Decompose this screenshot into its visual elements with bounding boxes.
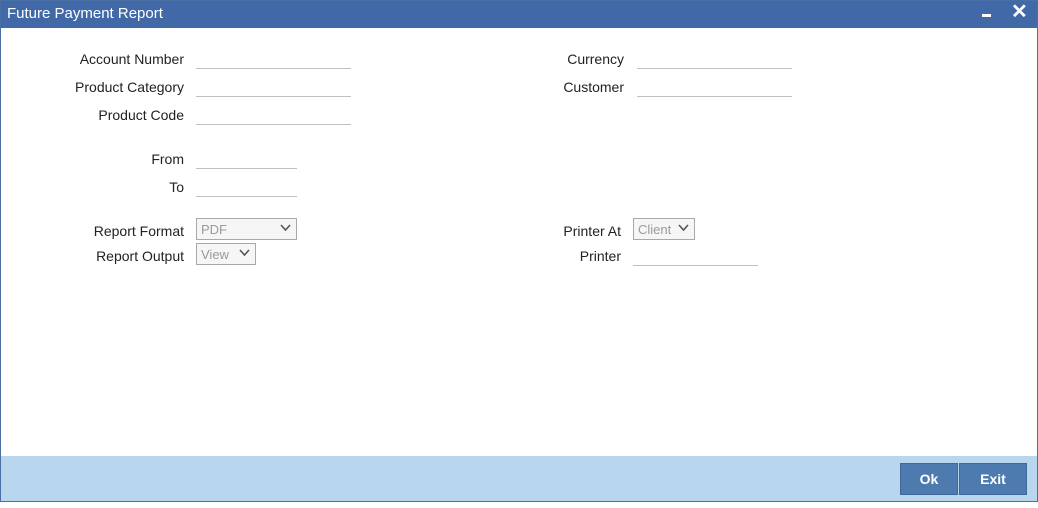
account-number-input[interactable]: [196, 47, 351, 69]
product-category-label: Product Category: [75, 79, 184, 95]
report-window: Future Payment Report ✕ Account Number P…: [0, 0, 1038, 502]
customer-label: Customer: [563, 79, 624, 95]
product-category-input[interactable]: [196, 75, 351, 97]
from-label: From: [151, 151, 184, 167]
product-code-label: Product Code: [98, 107, 184, 123]
to-label: To: [169, 179, 184, 195]
from-date-input[interactable]: [196, 147, 297, 169]
chevron-down-icon: [280, 224, 291, 232]
to-date-input[interactable]: [196, 175, 297, 197]
printer-at-label: Printer At: [563, 223, 621, 239]
report-output-value: View: [201, 247, 229, 262]
close-icon[interactable]: ✕: [1011, 1, 1028, 23]
minimize-icon[interactable]: [982, 14, 991, 17]
account-number-label: Account Number: [79, 51, 184, 67]
window-title: Future Payment Report: [7, 5, 163, 22]
button-bar: Ok Exit: [1, 456, 1037, 501]
title-bar: Future Payment Report ✕: [1, 1, 1037, 28]
report-output-select[interactable]: View: [196, 243, 256, 265]
currency-input[interactable]: [637, 47, 792, 69]
exit-button[interactable]: Exit: [959, 463, 1027, 495]
chevron-down-icon: [239, 249, 250, 257]
report-format-select[interactable]: PDF: [196, 218, 297, 240]
ok-button[interactable]: Ok: [900, 463, 958, 495]
product-code-input[interactable]: [196, 103, 351, 125]
report-format-label: Report Format: [93, 223, 184, 239]
printer-at-value: Client: [638, 222, 672, 237]
chevron-down-icon: [678, 224, 689, 232]
printer-label: Printer: [579, 248, 621, 264]
report-output-label: Report Output: [96, 248, 184, 264]
customer-input[interactable]: [637, 75, 792, 97]
printer-input[interactable]: [633, 244, 758, 266]
currency-label: Currency: [567, 51, 624, 67]
printer-at-select[interactable]: Client: [633, 218, 695, 240]
report-format-value: PDF: [201, 222, 227, 237]
